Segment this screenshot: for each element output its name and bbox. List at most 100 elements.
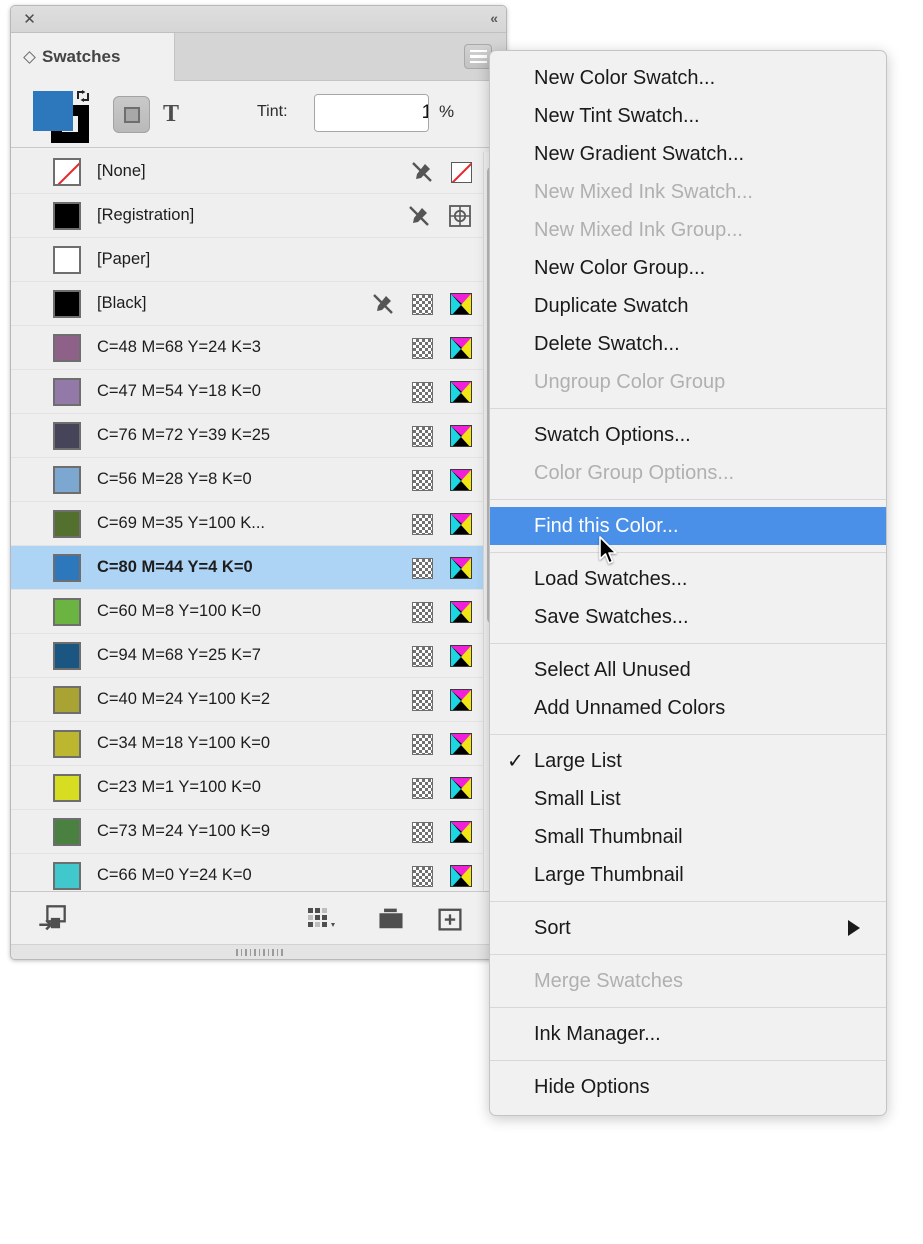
- menu-item[interactable]: Swatch Options...: [490, 416, 886, 454]
- fill-proxy[interactable]: [33, 91, 73, 131]
- swatch-name: [None]: [97, 162, 146, 180]
- menu-item-label: Merge Swatches: [534, 969, 683, 992]
- menu-item[interactable]: New Tint Swatch...: [490, 97, 886, 135]
- formatting-affects-text-button[interactable]: T: [163, 101, 179, 128]
- cmyk-icon: [450, 425, 472, 447]
- swatch-row-icons: [410, 150, 472, 194]
- menu-item-label: Large List: [534, 749, 622, 772]
- collapse-to-icons-icon[interactable]: «: [490, 10, 498, 26]
- menu-item[interactable]: Sort: [490, 909, 886, 947]
- menu-separator: [490, 734, 886, 735]
- panel-menu-icon[interactable]: [464, 44, 492, 69]
- swatch-name: C=69 M=35 Y=100 K...: [97, 514, 266, 532]
- menu-item[interactable]: Save Swatches...: [490, 598, 886, 636]
- menu-separator: [490, 552, 886, 553]
- panel-flyout-menu[interactable]: New Color Swatch... New Tint Swatch... New…: [489, 50, 887, 1116]
- tint-percent-label: %: [439, 102, 455, 121]
- swatch-row-icons: [407, 194, 472, 238]
- cmyk-icon: [450, 689, 472, 711]
- no-edit-icon: [373, 294, 393, 314]
- no-edit-icon: [409, 206, 429, 226]
- swatch-row[interactable]: C=40 M=24 Y=100 K=2: [11, 678, 506, 722]
- new-swatch-icon[interactable]: [435, 904, 465, 934]
- close-icon[interactable]: ✕: [21, 11, 38, 28]
- menu-item: Color Group Options...: [490, 454, 886, 492]
- menu-item[interactable]: ✓ Large List: [490, 742, 886, 780]
- swap-fill-stroke-icon[interactable]: [76, 89, 90, 103]
- swatch-row-icons: [412, 546, 472, 590]
- show-swatch-groups-icon[interactable]: [37, 904, 67, 934]
- cmyk-icon: [450, 381, 472, 403]
- menu-item-label: Small Thumbnail: [534, 825, 683, 848]
- menu-item[interactable]: Ink Manager...: [490, 1015, 886, 1053]
- swatch-row[interactable]: C=56 M=28 Y=8 K=0: [11, 458, 506, 502]
- cmyk-icon: [450, 469, 472, 491]
- tint-icon: [412, 337, 433, 359]
- tint-icon: [412, 469, 433, 491]
- swatch-name: [Registration]: [97, 206, 195, 224]
- menu-item-label: Sort: [534, 916, 571, 939]
- menu-item[interactable]: Load Swatches...: [490, 560, 886, 598]
- swatch-color-chip: [53, 333, 81, 362]
- menu-item-label: Save Swatches...: [534, 605, 689, 628]
- tint-icon: [412, 777, 433, 799]
- submenu-arrow-icon: [848, 920, 860, 936]
- menu-item[interactable]: Add Unnamed Colors: [490, 689, 886, 727]
- swatch-color-chip: [53, 729, 81, 758]
- swatch-name: C=66 M=0 Y=24 K=0: [97, 866, 252, 884]
- swatch-row[interactable]: C=60 M=8 Y=100 K=0: [11, 590, 506, 634]
- color-theme-icon[interactable]: [306, 904, 340, 934]
- menu-item-label: New Color Swatch...: [534, 66, 716, 89]
- swatch-row[interactable]: C=80 M=44 Y=4 K=0: [11, 546, 506, 590]
- formatting-affects-container-button[interactable]: [113, 96, 150, 133]
- menu-item[interactable]: Delete Swatch...: [490, 325, 886, 363]
- menu-item[interactable]: New Gradient Swatch...: [490, 135, 886, 173]
- swatch-name: C=76 M=72 Y=39 K=25: [97, 426, 271, 444]
- menu-item-label: Add Unnamed Colors: [534, 696, 726, 719]
- menu-item: New Mixed Ink Swatch...: [490, 173, 886, 211]
- swatch-row-icons: [412, 634, 472, 678]
- swatch-row[interactable]: C=47 M=54 Y=18 K=0: [11, 370, 506, 414]
- swatch-row[interactable]: [Paper]: [11, 238, 506, 282]
- cmyk-icon: [450, 821, 472, 843]
- swatch-row[interactable]: [Black]: [11, 282, 506, 326]
- menu-item[interactable]: Hide Options: [490, 1068, 886, 1106]
- menu-item-label: Small List: [534, 787, 621, 810]
- tint-field[interactable]: ›: [314, 94, 429, 132]
- menu-item[interactable]: Find this Color...: [490, 507, 886, 545]
- new-color-group-icon[interactable]: [376, 904, 406, 934]
- swatch-name: C=23 M=1 Y=100 K=0: [97, 778, 261, 796]
- tint-input[interactable]: [315, 95, 428, 131]
- menu-item[interactable]: New Color Group...: [490, 249, 886, 287]
- tint-icon: [412, 601, 433, 623]
- swatch-row[interactable]: C=48 M=68 Y=24 K=3: [11, 326, 506, 370]
- menu-item[interactable]: Large Thumbnail: [490, 856, 886, 894]
- menu-item[interactable]: Small List: [490, 780, 886, 818]
- swatch-row[interactable]: [Registration]: [11, 194, 506, 238]
- fill-stroke-proxy[interactable]: [33, 89, 95, 143]
- panel-resize-grip[interactable]: [11, 944, 506, 959]
- swatch-row[interactable]: C=34 M=18 Y=100 K=0: [11, 722, 506, 766]
- menu-item[interactable]: Small Thumbnail: [490, 818, 886, 856]
- menu-item-label: Color Group Options...: [534, 461, 735, 484]
- menu-item-label: Find this Color...: [534, 514, 679, 537]
- tab-swatches[interactable]: Swatches: [11, 33, 175, 81]
- swatch-list[interactable]: [None] [Registration] [Paper] [Black] C=48 M…: [11, 150, 506, 907]
- menu-item[interactable]: Select All Unused: [490, 651, 886, 689]
- menu-item[interactable]: Duplicate Swatch: [490, 287, 886, 325]
- swatch-row[interactable]: [None]: [11, 150, 506, 194]
- swatch-row-icons: [412, 502, 472, 546]
- menu-item[interactable]: New Color Swatch...: [490, 59, 886, 97]
- menu-item-label: New Color Group...: [534, 256, 706, 279]
- cmyk-icon: [450, 601, 472, 623]
- swatch-row-icons: [412, 590, 472, 634]
- swatch-row[interactable]: C=23 M=1 Y=100 K=0: [11, 766, 506, 810]
- swatch-row[interactable]: C=76 M=72 Y=39 K=25: [11, 414, 506, 458]
- menu-separator: [490, 1007, 886, 1008]
- panel-footer: [11, 891, 506, 944]
- swatch-row[interactable]: C=94 M=68 Y=25 K=7: [11, 634, 506, 678]
- swatch-row[interactable]: C=69 M=35 Y=100 K...: [11, 502, 506, 546]
- swatch-color-chip: [53, 421, 81, 450]
- swatch-row-icons: [412, 414, 472, 458]
- swatch-row[interactable]: C=73 M=24 Y=100 K=9: [11, 810, 506, 854]
